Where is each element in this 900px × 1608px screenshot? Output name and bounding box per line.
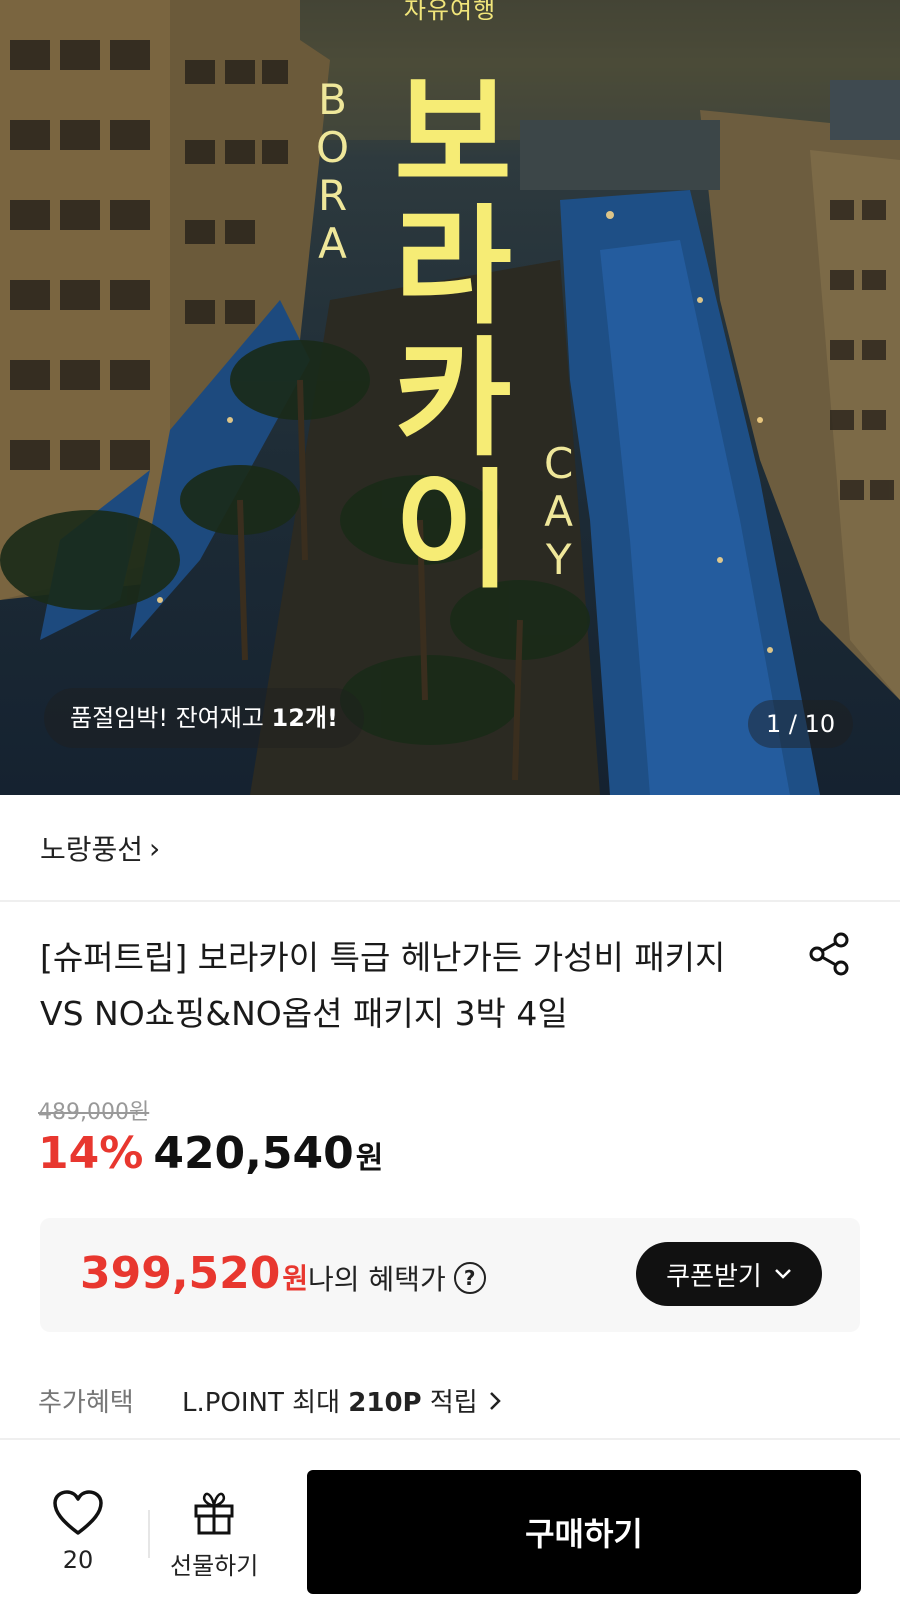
discount-rate: 14% bbox=[38, 1128, 144, 1179]
hero-latin-cay: C A Y bbox=[544, 440, 573, 584]
gift-label: 선물하기 bbox=[170, 1552, 259, 1580]
benefit-price-value: 399,520 bbox=[80, 1248, 281, 1299]
benefit-box: 399,520 원 나의 혜택가 ? 쿠폰받기 bbox=[40, 1218, 860, 1332]
hero-latin-letter: R bbox=[317, 171, 348, 220]
chevron-down-icon bbox=[774, 1269, 791, 1279]
stock-count: 12개! bbox=[271, 704, 338, 732]
hero-title-char: 라 bbox=[394, 193, 512, 342]
chevron-right-icon: › bbox=[149, 831, 161, 865]
sale-price: 420,540 bbox=[153, 1128, 354, 1179]
hero-latin-letter: B bbox=[318, 75, 347, 124]
hero-latin-letter: C bbox=[544, 439, 574, 488]
stock-badge: 품절임박! 잔여재고 12개! bbox=[44, 688, 364, 748]
extra-benefit-suffix: 적립 bbox=[421, 1388, 478, 1418]
like-button[interactable]: 20 bbox=[52, 1490, 104, 1574]
hero-title-char: 보 bbox=[394, 61, 512, 210]
help-icon[interactable]: ? bbox=[453, 1262, 486, 1294]
hero-latin-letter: O bbox=[316, 123, 350, 172]
hero-latin-letter: Y bbox=[545, 535, 572, 584]
hero-title: 보 라 카 이 bbox=[388, 70, 518, 598]
benefit-label: 나의 혜택가 ? bbox=[308, 1258, 486, 1298]
hero-caption: 자유여행 bbox=[403, 0, 497, 24]
share-icon[interactable] bbox=[806, 930, 854, 978]
extra-benefit-row[interactable]: 추가혜택 L.POINT 최대 210P 적립 bbox=[38, 1382, 502, 1419]
extra-benefit-value: L.POINT 최대 210P 적립 bbox=[182, 1382, 502, 1419]
divider bbox=[0, 900, 900, 902]
product-title: [슈퍼트립] 보라카이 특급 헤난가든 가성비 패키지 VS NO쇼핑&NO옵션… bbox=[40, 938, 726, 1033]
gift-icon bbox=[194, 1492, 234, 1535]
bottom-action-bar: 20 선물하기 구매하기 bbox=[0, 1440, 900, 1608]
chevron-right-icon bbox=[489, 1391, 501, 1410]
sale-price-unit: 원 bbox=[355, 1141, 384, 1176]
coupon-button-label: 쿠폰받기 bbox=[666, 1261, 762, 1292]
extra-benefit-label: 추가혜택 bbox=[38, 1388, 134, 1418]
hero-title-char: 카 bbox=[394, 325, 512, 474]
like-count: 20 bbox=[62, 1546, 94, 1574]
buy-button[interactable]: 구매하기 bbox=[307, 1470, 861, 1594]
hero-latin-bora: B O R A bbox=[316, 76, 349, 268]
coupon-button[interactable]: 쿠폰받기 bbox=[636, 1242, 822, 1306]
divider bbox=[148, 1510, 150, 1558]
heart-icon bbox=[53, 1490, 103, 1535]
hero-latin-letter: A bbox=[544, 487, 574, 536]
benefit-price-unit: 원 bbox=[282, 1262, 309, 1295]
gift-button[interactable]: 선물하기 bbox=[170, 1490, 258, 1581]
brand-name: 노랑풍선 bbox=[40, 833, 144, 866]
extra-benefit-points: 210P bbox=[348, 1388, 422, 1418]
hero-latin-letter: A bbox=[318, 219, 347, 268]
image-page-counter: 1 / 10 bbox=[748, 700, 854, 748]
hero-title-char: 이 bbox=[394, 457, 512, 606]
price-row: 14% 420,540 원 bbox=[38, 1128, 383, 1179]
original-price: 489,000원 bbox=[38, 1100, 150, 1125]
extra-benefit-prefix: L.POINT 최대 bbox=[182, 1388, 349, 1418]
stock-text: 품절임박! 잔여재고 bbox=[70, 704, 272, 732]
brand-link[interactable]: 노랑풍선 › bbox=[40, 820, 160, 876]
benefit-label-text: 나의 혜택가 bbox=[308, 1263, 446, 1296]
hero-banner[interactable]: 자유여행 B O R A 보 라 카 이 C A Y 품절임박! 잔여재고 12… bbox=[0, 0, 900, 795]
benefit-price: 399,520 원 bbox=[80, 1248, 308, 1299]
